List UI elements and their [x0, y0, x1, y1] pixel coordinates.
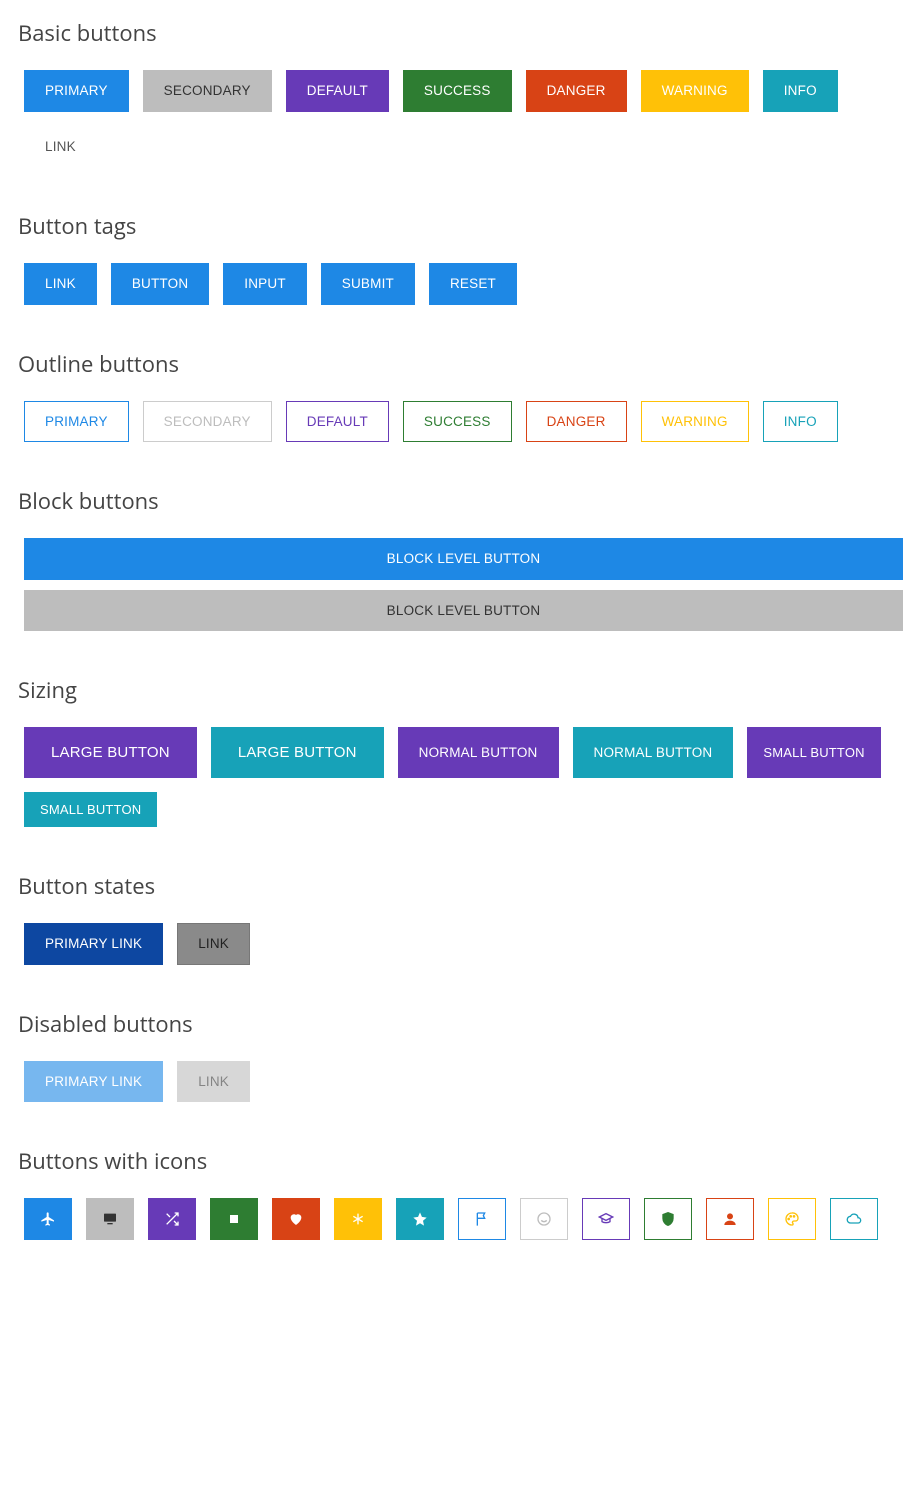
shuffle-icon: [164, 1211, 180, 1227]
large-default-button[interactable]: LARGE BUTTON: [24, 727, 197, 778]
icon-button-heart[interactable]: [272, 1198, 320, 1240]
asterisk-icon: [350, 1211, 366, 1227]
section-icon-buttons: Buttons with icons: [18, 1146, 903, 1240]
icon-button-display[interactable]: [86, 1198, 134, 1240]
outline-warning-button[interactable]: WARNING: [641, 401, 749, 443]
flag-icon: [474, 1211, 490, 1227]
tag-button-button[interactable]: BUTTON: [111, 263, 209, 305]
plane-icon: [40, 1211, 56, 1227]
normal-default-button[interactable]: NORMAL BUTTON: [398, 727, 559, 778]
link-button[interactable]: LINK: [24, 126, 97, 168]
tag-input-button[interactable]: INPUT: [223, 263, 307, 305]
smile-icon: [536, 1211, 552, 1227]
block-button-wrap: BLOCK LEVEL BUTTON BLOCK LEVEL BUTTON: [18, 538, 903, 631]
danger-button[interactable]: DANGER: [526, 70, 627, 112]
icon-button-square[interactable]: [210, 1198, 258, 1240]
palette-icon: [784, 1211, 800, 1227]
sizing-button-row: LARGE BUTTON LARGE BUTTON NORMAL BUTTON …: [18, 727, 903, 827]
outline-secondary-button[interactable]: SECONDARY: [143, 401, 272, 443]
section-outline-buttons: Outline buttons PRIMARY SECONDARY DEFAUL…: [18, 349, 903, 443]
outline-danger-button[interactable]: DANGER: [526, 401, 627, 443]
shield-icon: [660, 1211, 676, 1227]
icon-button-smile[interactable]: [520, 1198, 568, 1240]
section-button-states: Button states PRIMARY LINK LINK: [18, 871, 903, 965]
tag-reset-button[interactable]: RESET: [429, 263, 517, 305]
outline-button-row: PRIMARY SECONDARY DEFAULT SUCCESS DANGER…: [18, 401, 903, 443]
icon-button-asterisk[interactable]: [334, 1198, 382, 1240]
icon-button-shuffle[interactable]: [148, 1198, 196, 1240]
square-icon: [226, 1211, 242, 1227]
section-sizing: Sizing LARGE BUTTON LARGE BUTTON NORMAL …: [18, 675, 903, 827]
cloud-icon: [846, 1211, 862, 1227]
secondary-button[interactable]: SECONDARY: [143, 70, 272, 112]
icon-button-shield[interactable]: [644, 1198, 692, 1240]
section-basic-buttons: Basic buttons PRIMARY SECONDARY DEFAULT …: [18, 18, 903, 167]
section-title: Block buttons: [18, 486, 903, 516]
tag-submit-button[interactable]: SUBMIT: [321, 263, 415, 305]
icon-button-palette[interactable]: [768, 1198, 816, 1240]
icon-button-row: [18, 1198, 903, 1240]
primary-button[interactable]: PRIMARY: [24, 70, 129, 112]
icon-button-star[interactable]: [396, 1198, 444, 1240]
section-title: Outline buttons: [18, 349, 903, 379]
default-button[interactable]: DEFAULT: [286, 70, 389, 112]
outline-success-button[interactable]: SUCCESS: [403, 401, 512, 443]
section-title: Sizing: [18, 675, 903, 705]
state-button-row: PRIMARY LINK LINK: [18, 923, 903, 965]
icon-button-graduation[interactable]: [582, 1198, 630, 1240]
display-icon: [102, 1211, 118, 1227]
active-secondary-button[interactable]: LINK: [177, 923, 250, 965]
success-button[interactable]: SUCCESS: [403, 70, 512, 112]
outline-primary-button[interactable]: PRIMARY: [24, 401, 129, 443]
basic-button-row: PRIMARY SECONDARY DEFAULT SUCCESS DANGER…: [18, 70, 903, 167]
large-info-button[interactable]: LARGE BUTTON: [211, 727, 384, 778]
graduation-icon: [598, 1211, 614, 1227]
disabled-button-row: PRIMARY LINK LINK: [18, 1061, 903, 1103]
block-secondary-button[interactable]: BLOCK LEVEL BUTTON: [24, 590, 903, 632]
section-title: Basic buttons: [18, 18, 903, 48]
section-title: Disabled buttons: [18, 1009, 903, 1039]
icon-button-cloud[interactable]: [830, 1198, 878, 1240]
section-button-tags: Button tags LINK BUTTON INPUT SUBMIT RES…: [18, 211, 903, 305]
icon-button-flag[interactable]: [458, 1198, 506, 1240]
tag-link-button[interactable]: LINK: [24, 263, 97, 305]
icon-button-user[interactable]: [706, 1198, 754, 1240]
normal-info-button[interactable]: NORMAL BUTTON: [573, 727, 734, 778]
small-default-button[interactable]: SMALL BUTTON: [747, 727, 880, 778]
disabled-secondary-button: LINK: [177, 1061, 250, 1103]
info-button[interactable]: INFO: [763, 70, 838, 112]
heart-icon: [288, 1211, 304, 1227]
section-block-buttons: Block buttons BLOCK LEVEL BUTTON BLOCK L…: [18, 486, 903, 631]
outline-info-button[interactable]: INFO: [763, 401, 838, 443]
section-title: Button states: [18, 871, 903, 901]
section-title: Button tags: [18, 211, 903, 241]
tag-button-row: LINK BUTTON INPUT SUBMIT RESET: [18, 263, 903, 305]
user-icon: [722, 1211, 738, 1227]
disabled-primary-button: PRIMARY LINK: [24, 1061, 163, 1103]
small-info-button[interactable]: SMALL BUTTON: [24, 792, 157, 827]
active-primary-button[interactable]: PRIMARY LINK: [24, 923, 163, 965]
block-primary-button[interactable]: BLOCK LEVEL BUTTON: [24, 538, 903, 580]
outline-default-button[interactable]: DEFAULT: [286, 401, 389, 443]
section-disabled-buttons: Disabled buttons PRIMARY LINK LINK: [18, 1009, 903, 1103]
section-title: Buttons with icons: [18, 1146, 903, 1176]
star-icon: [412, 1211, 428, 1227]
warning-button[interactable]: WARNING: [641, 70, 749, 112]
icon-button-plane[interactable]: [24, 1198, 72, 1240]
